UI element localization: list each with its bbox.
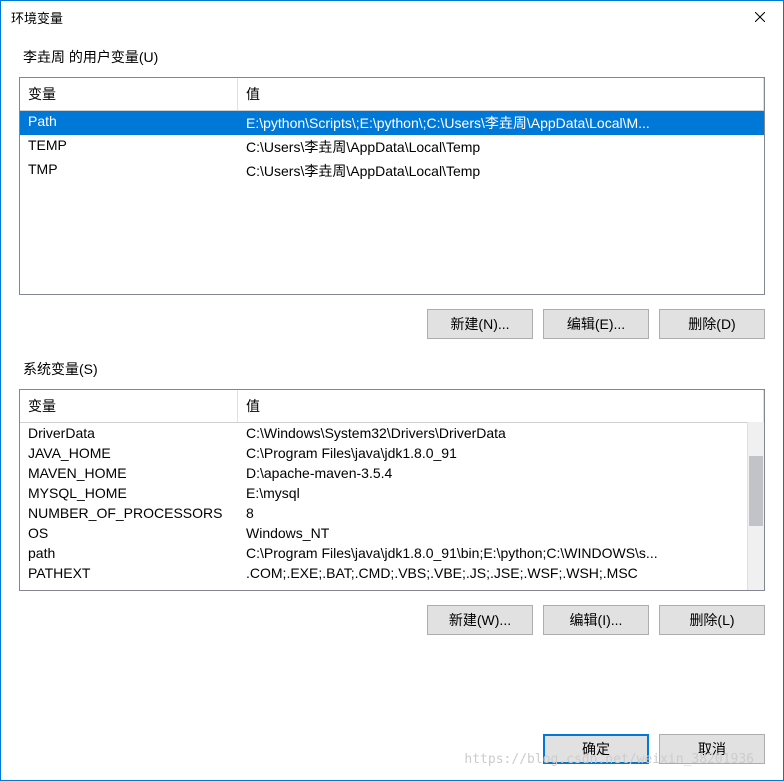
table-row[interactable]: MAVEN_HOME D:\apache-maven-3.5.4: [20, 463, 764, 483]
cell-value: D:\apache-maven-3.5.4: [238, 464, 764, 482]
close-button[interactable]: [737, 1, 783, 33]
new-system-var-button[interactable]: 新建(W)...: [427, 605, 533, 635]
dialog-buttons: 确定 取消: [19, 716, 765, 764]
system-vars-buttons: 新建(W)... 编辑(I)... 删除(L): [19, 605, 765, 635]
table-row[interactable]: DriverData C:\Windows\System32\Drivers\D…: [20, 423, 764, 443]
table-row[interactable]: TMP C:\Users\李垚周\AppData\Local\Temp: [20, 159, 764, 183]
cell-value: C:\Users\李垚周\AppData\Local\Temp: [238, 136, 764, 158]
table-row[interactable]: Path E:\python\Scripts\;E:\python\;C:\Us…: [20, 111, 764, 135]
cell-value: C:\Program Files\java\jdk1.8.0_91: [238, 444, 764, 462]
cell-name: Path: [20, 112, 238, 134]
user-vars-buttons: 新建(N)... 编辑(E)... 删除(D): [19, 309, 765, 339]
edit-user-var-button[interactable]: 编辑(E)...: [543, 309, 649, 339]
table-row[interactable]: PATHEXT .COM;.EXE;.BAT;.CMD;.VBS;.VBE;.J…: [20, 563, 764, 583]
delete-system-var-button[interactable]: 删除(L): [659, 605, 765, 635]
env-vars-dialog: 环境变量 李垚周 的用户变量(U) 变量 值 Path E:\python\Sc…: [0, 0, 784, 781]
cell-name: JAVA_HOME: [20, 444, 238, 462]
cell-name: TMP: [20, 160, 238, 182]
edit-system-var-button[interactable]: 编辑(I)...: [543, 605, 649, 635]
table-row[interactable]: MYSQL_HOME E:\mysql: [20, 483, 764, 503]
cell-name: TEMP: [20, 136, 238, 158]
cell-name: NUMBER_OF_PROCESSORS: [20, 504, 238, 522]
system-vars-table[interactable]: 变量 值 DriverData C:\Windows\System32\Driv…: [19, 389, 765, 591]
window-title: 环境变量: [11, 8, 63, 27]
cell-value: C:\Program Files\java\jdk1.8.0_91\bin;E:…: [238, 544, 764, 562]
column-header-value[interactable]: 值: [238, 390, 764, 422]
scrollbar[interactable]: [747, 422, 764, 590]
user-vars-body: Path E:\python\Scripts\;E:\python\;C:\Us…: [20, 111, 764, 295]
system-vars-body: DriverData C:\Windows\System32\Drivers\D…: [20, 423, 764, 591]
cell-value: 8: [238, 504, 764, 522]
cell-name: DriverData: [20, 424, 238, 442]
cell-name: OS: [20, 524, 238, 542]
close-icon: [755, 12, 765, 22]
cell-value: C:\Users\李垚周\AppData\Local\Temp: [238, 160, 764, 182]
cell-value: E:\mysql: [238, 484, 764, 502]
cell-name: path: [20, 544, 238, 562]
table-row[interactable]: path C:\Program Files\java\jdk1.8.0_91\b…: [20, 543, 764, 563]
user-vars-group: 李垚周 的用户变量(U) 变量 值 Path E:\python\Scripts…: [19, 47, 765, 349]
column-header-name[interactable]: 变量: [20, 78, 238, 110]
cell-name: MYSQL_HOME: [20, 484, 238, 502]
system-vars-group: 系统变量(S) 变量 值 DriverData C:\Windows\Syste…: [19, 359, 765, 645]
column-header-value[interactable]: 值: [238, 78, 764, 110]
cell-name: PATHEXT: [20, 564, 238, 582]
table-row[interactable]: JAVA_HOME C:\Program Files\java\jdk1.8.0…: [20, 443, 764, 463]
table-row[interactable]: OS Windows_NT: [20, 523, 764, 543]
cell-name: MAVEN_HOME: [20, 464, 238, 482]
dialog-content: 李垚周 的用户变量(U) 变量 值 Path E:\python\Scripts…: [1, 33, 783, 780]
scrollbar-thumb[interactable]: [749, 456, 763, 526]
system-vars-label: 系统变量(S): [19, 359, 765, 379]
ok-button[interactable]: 确定: [543, 734, 649, 764]
cell-value: .COM;.EXE;.BAT;.CMD;.VBS;.VBE;.JS;.JSE;.…: [238, 564, 764, 582]
new-user-var-button[interactable]: 新建(N)...: [427, 309, 533, 339]
table-row[interactable]: TEMP C:\Users\李垚周\AppData\Local\Temp: [20, 135, 764, 159]
cell-value: Windows_NT: [238, 524, 764, 542]
cancel-button[interactable]: 取消: [659, 734, 765, 764]
titlebar: 环境变量: [1, 1, 783, 33]
cell-value: C:\Windows\System32\Drivers\DriverData: [238, 424, 764, 442]
table-header: 变量 值: [20, 78, 764, 111]
delete-user-var-button[interactable]: 删除(D): [659, 309, 765, 339]
column-header-name[interactable]: 变量: [20, 390, 238, 422]
table-row[interactable]: NUMBER_OF_PROCESSORS 8: [20, 503, 764, 523]
user-vars-table[interactable]: 变量 值 Path E:\python\Scripts\;E:\python\;…: [19, 77, 765, 295]
cell-value: E:\python\Scripts\;E:\python\;C:\Users\李…: [238, 112, 764, 134]
table-header: 变量 值: [20, 390, 764, 423]
user-vars-label: 李垚周 的用户变量(U): [19, 47, 765, 67]
